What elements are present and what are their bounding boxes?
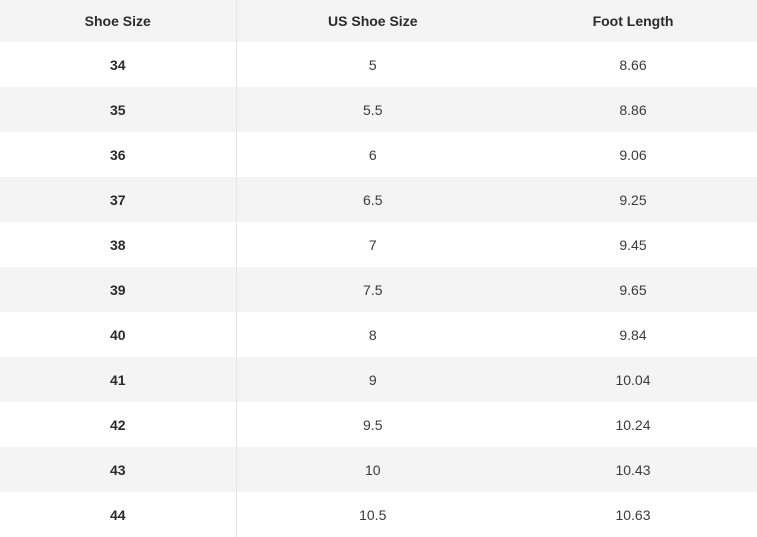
cell-shoe-size: 36 — [0, 132, 237, 177]
table-row: 39 7.5 9.65 — [0, 267, 757, 312]
header-foot-length: Foot Length — [509, 0, 757, 42]
size-chart-table: Shoe Size US Shoe Size Foot Length 34 5 … — [0, 0, 757, 537]
cell-shoe-size: 34 — [0, 42, 237, 87]
cell-us-shoe-size: 5.5 — [236, 87, 509, 132]
cell-us-shoe-size: 5 — [236, 42, 509, 87]
cell-foot-length: 10.24 — [509, 402, 757, 447]
table-row: 44 10.5 10.63 — [0, 492, 757, 537]
table-row: 41 9 10.04 — [0, 357, 757, 402]
cell-foot-length: 10.04 — [509, 357, 757, 402]
cell-foot-length: 10.63 — [509, 492, 757, 537]
cell-us-shoe-size: 6.5 — [236, 177, 509, 222]
cell-foot-length: 9.06 — [509, 132, 757, 177]
cell-shoe-size: 41 — [0, 357, 237, 402]
cell-us-shoe-size: 7.5 — [236, 267, 509, 312]
cell-foot-length: 9.45 — [509, 222, 757, 267]
table-row: 36 6 9.06 — [0, 132, 757, 177]
cell-us-shoe-size: 10 — [236, 447, 509, 492]
cell-foot-length: 9.65 — [509, 267, 757, 312]
cell-shoe-size: 42 — [0, 402, 237, 447]
cell-foot-length: 9.84 — [509, 312, 757, 357]
table-row: 38 7 9.45 — [0, 222, 757, 267]
cell-us-shoe-size: 7 — [236, 222, 509, 267]
cell-shoe-size: 38 — [0, 222, 237, 267]
cell-us-shoe-size: 8 — [236, 312, 509, 357]
table-row: 34 5 8.66 — [0, 42, 757, 87]
cell-shoe-size: 37 — [0, 177, 237, 222]
cell-shoe-size: 40 — [0, 312, 237, 357]
header-shoe-size: Shoe Size — [0, 0, 237, 42]
cell-us-shoe-size: 10.5 — [236, 492, 509, 537]
cell-shoe-size: 39 — [0, 267, 237, 312]
cell-shoe-size: 44 — [0, 492, 237, 537]
cell-foot-length: 9.25 — [509, 177, 757, 222]
table-row: 40 8 9.84 — [0, 312, 757, 357]
cell-foot-length: 10.43 — [509, 447, 757, 492]
cell-us-shoe-size: 9.5 — [236, 402, 509, 447]
table-row: 43 10 10.43 — [0, 447, 757, 492]
cell-foot-length: 8.66 — [509, 42, 757, 87]
table-row: 37 6.5 9.25 — [0, 177, 757, 222]
table-row: 42 9.5 10.24 — [0, 402, 757, 447]
cell-foot-length: 8.86 — [509, 87, 757, 132]
cell-shoe-size: 43 — [0, 447, 237, 492]
table-header-row: Shoe Size US Shoe Size Foot Length — [0, 0, 757, 42]
cell-us-shoe-size: 9 — [236, 357, 509, 402]
table-row: 35 5.5 8.86 — [0, 87, 757, 132]
cell-us-shoe-size: 6 — [236, 132, 509, 177]
header-us-shoe-size: US Shoe Size — [236, 0, 509, 42]
cell-shoe-size: 35 — [0, 87, 237, 132]
